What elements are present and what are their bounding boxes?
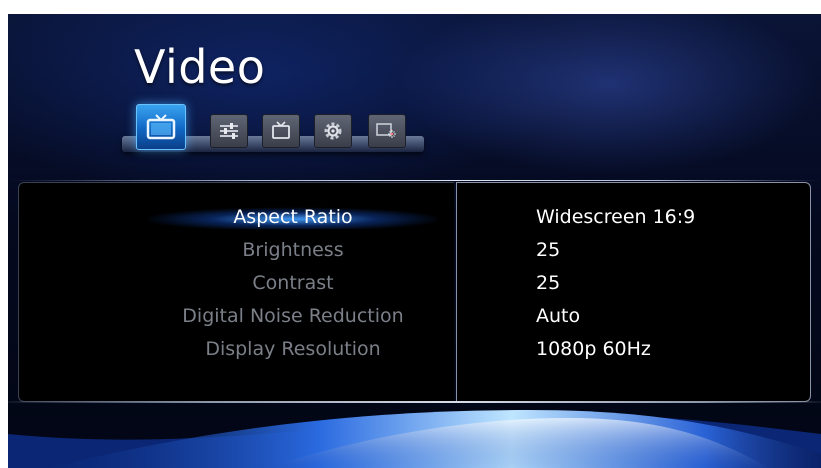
value-contrast: 25 (536, 272, 561, 294)
sliders-icon (218, 121, 240, 141)
tab-system[interactable] (314, 114, 352, 148)
tv-outline-icon (270, 120, 292, 142)
settings-values: Widescreen 16:9 25 25 Auto 1080p 60Hz (536, 201, 796, 366)
screen-sparkle-icon (375, 121, 399, 141)
video-settings-screen: Video Aspect Ratio Brightness Contrast D… (8, 14, 821, 468)
top-divider (8, 180, 821, 181)
menu-item-label: Display Resolution (205, 338, 381, 360)
settings-category-tabs (122, 100, 424, 152)
bottom-divider (8, 401, 821, 403)
menu-item-label: Aspect Ratio (233, 206, 353, 228)
page-title: Video (134, 40, 266, 94)
tab-adjustments[interactable] (210, 114, 248, 148)
tab-video[interactable] (136, 104, 186, 150)
menu-item-contrast[interactable]: Contrast (148, 267, 438, 300)
menu-item-label: Digital Noise Reduction (182, 305, 404, 327)
menu-item-aspect-ratio[interactable]: Aspect Ratio (148, 201, 438, 234)
value-aspect-ratio: Widescreen 16:9 (536, 206, 696, 228)
gear-icon (322, 120, 344, 142)
menu-item-label: Brightness (242, 239, 344, 261)
tab-display[interactable] (262, 114, 300, 148)
menu-item-brightness[interactable]: Brightness (148, 234, 438, 267)
value-display-resolution: 1080p 60Hz (536, 338, 651, 360)
menu-item-digital-noise-reduction[interactable]: Digital Noise Reduction (148, 300, 438, 333)
value-digital-noise-reduction: Auto (536, 305, 581, 327)
value-brightness: 25 (536, 239, 561, 261)
menu-item-label: Contrast (252, 272, 334, 294)
menu-item-display-resolution[interactable]: Display Resolution (148, 333, 438, 366)
settings-menu: Aspect Ratio Brightness Contrast Digital… (148, 201, 438, 366)
tv-icon (145, 112, 177, 142)
tab-screensaver[interactable] (368, 114, 406, 148)
